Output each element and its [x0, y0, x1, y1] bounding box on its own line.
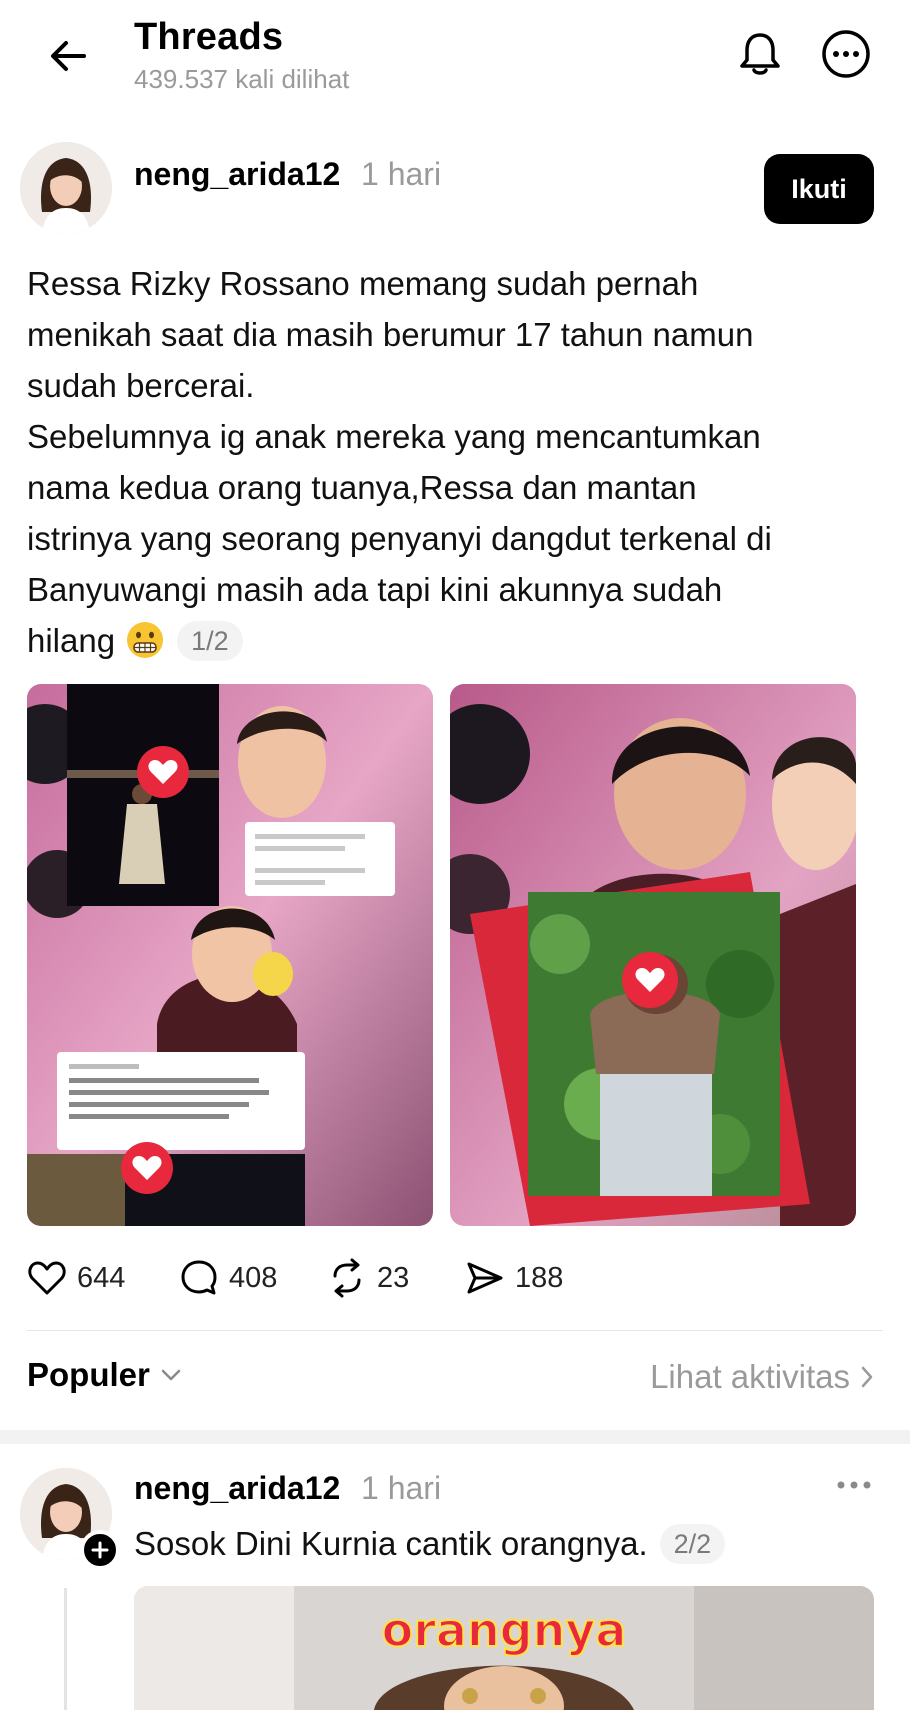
repost-button[interactable]: 23 [327, 1252, 409, 1304]
more-options-button[interactable] [818, 26, 874, 82]
notification-button[interactable] [732, 26, 788, 82]
follow-button[interactable]: Ikuti [764, 154, 874, 224]
reply-text-content: Sosok Dini Kurnia cantik orangnya. [134, 1525, 648, 1562]
section-separator [0, 1430, 910, 1444]
top-bar: Threads 439.537 kali dilihat [0, 0, 910, 120]
author-username[interactable]: neng_arida12 [134, 156, 340, 193]
post-actions: 644 408 23 188 [27, 1252, 887, 1304]
page-indicator: 2/2 [659, 1524, 726, 1564]
like-button[interactable]: 644 [27, 1252, 125, 1304]
reply-image[interactable]: orangnya [134, 1586, 874, 1710]
activity-label: Lihat aktivitas [650, 1358, 850, 1395]
image-caption: orangnya [382, 1603, 627, 1657]
post-text-line: istrinya yang seorang penyanyi dangdut t… [27, 520, 772, 557]
grimacing-face-icon [127, 622, 164, 658]
author-avatar[interactable] [20, 142, 112, 234]
divider [27, 1330, 883, 1331]
comment-icon [181, 1260, 217, 1295]
post-text-line: sudah bercerai. [27, 367, 255, 404]
arrow-left-icon [51, 41, 86, 71]
like-count: 644 [77, 1261, 126, 1294]
reply-text: Sosok Dini Kurnia cantik orangnya. 2/2 [134, 1524, 726, 1564]
thread-connector [64, 1588, 67, 1710]
share-count: 188 [515, 1261, 564, 1294]
post-text-last-line: hilang 1/2 [27, 615, 887, 666]
reply-more-button[interactable] [832, 1470, 876, 1500]
post-image[interactable] [27, 684, 433, 1226]
bell-icon [740, 33, 780, 75]
follow-plus-button[interactable] [80, 1530, 120, 1570]
repost-count: 23 [377, 1261, 410, 1294]
reply-username[interactable]: neng_arida12 [134, 1470, 340, 1507]
page-title: Threads [134, 16, 284, 58]
post-time: 1 hari [361, 156, 442, 192]
reply-button[interactable]: 408 [179, 1252, 277, 1304]
page-indicator: 1/2 [177, 621, 243, 661]
view-activity-link[interactable]: Lihat aktivitas [650, 1358, 874, 1396]
post-text-line: nama kedua orang tuanya,Ressa dan mantan [27, 469, 697, 506]
post-text-line: hilang [27, 622, 116, 659]
chevron-right-icon [861, 1366, 873, 1388]
post-text-line: Ressa Rizky Rossano memang sudah pernah [27, 265, 699, 302]
sort-label: Populer [27, 1356, 150, 1393]
post-text: Ressa Rizky Rossano memang sudah pernah … [27, 258, 887, 666]
more-horizontal-icon [837, 1481, 871, 1489]
chevron-down-icon [161, 1369, 181, 1381]
repost-icon [333, 1258, 361, 1298]
share-button[interactable]: 188 [465, 1252, 563, 1304]
post-text-line: Sebelumnya ig anak mereka yang mencantum… [27, 418, 761, 455]
heart-icon [28, 1261, 66, 1295]
post-text-line: menikah saat dia masih berumur 17 tahun … [27, 316, 754, 353]
send-icon [467, 1262, 503, 1294]
sort-dropdown[interactable]: Populer [27, 1356, 182, 1394]
plus-icon [91, 1541, 109, 1559]
back-button[interactable] [40, 28, 96, 84]
reply-time: 1 hari [361, 1470, 442, 1506]
post-text-line: Banyuwangi masih ada tapi kini akunnya s… [27, 571, 723, 608]
reply-count: 408 [229, 1261, 278, 1294]
post-image[interactable] [450, 684, 856, 1226]
more-circle-icon [822, 30, 870, 78]
view-count: 439.537 kali dilihat [134, 64, 350, 94]
